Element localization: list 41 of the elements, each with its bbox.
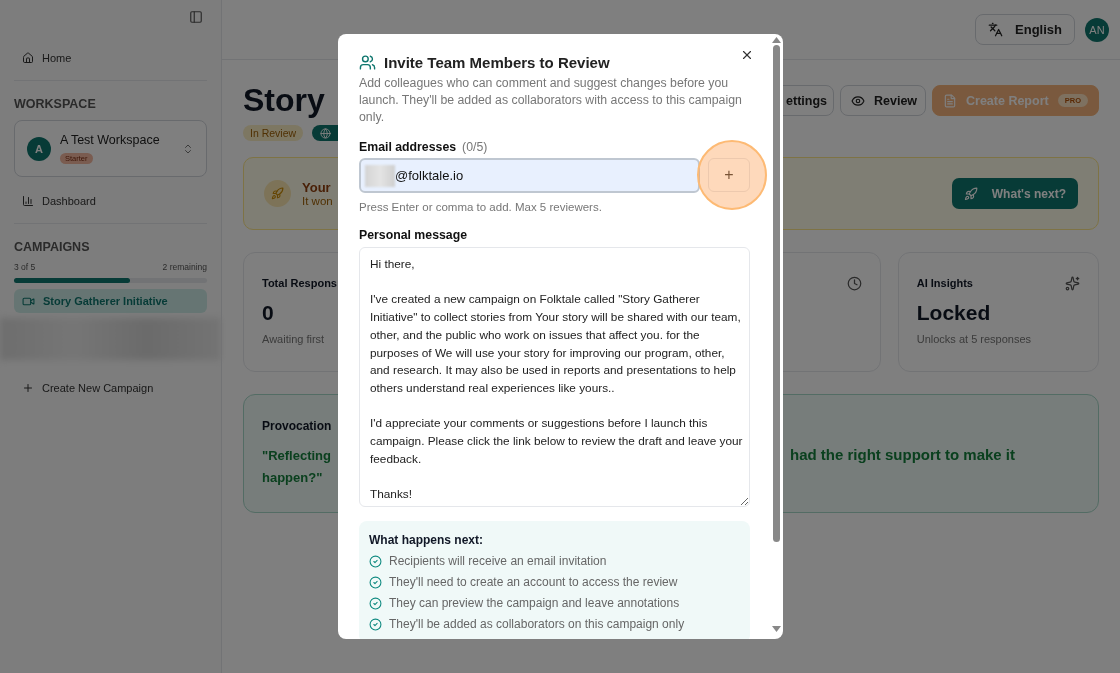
usage-remaining: 2 remaining bbox=[162, 262, 207, 272]
field-label: Email addresses (0/5) bbox=[359, 140, 489, 154]
home-link[interactable]: Home bbox=[14, 46, 207, 70]
review-button[interactable]: Review bbox=[840, 85, 926, 116]
card-title: Provocation bbox=[262, 419, 332, 433]
info-item: They'll need to create an account to access the review bbox=[369, 575, 740, 589]
section-heading: WORKSPACE bbox=[14, 97, 97, 111]
usage-count: 3 of 5 bbox=[14, 262, 36, 272]
create-campaign-link[interactable]: Create New Campaign bbox=[14, 376, 207, 400]
banner-title: Your bbox=[302, 180, 332, 195]
info-item: They can preview the campaign and leave annotations bbox=[369, 596, 740, 610]
stat-note: Unlocks at 5 responses bbox=[916, 333, 1032, 345]
message-field[interactable]: Hi there, I've created a new campaign on Folktale called "Story Gatherer Initiative" to collect stories from Your story will be shared with our team, other, and the public who work on issues that affect you. for the purposes of We will use your story for improving our program, other, and research. It may also be used in reports and presentations to help others understand real experiences like yours.. I'd appreciate your comments or suggestions before I launch this campaign. Please click the link below to review the draft and leave your feedback. Thanks! bbox=[359, 247, 750, 507]
info-item: They'll be added as collaborators on this campaign only bbox=[369, 617, 740, 631]
dialog-title: Invite Team Members to Review bbox=[359, 54, 750, 71]
quote-text: had the right support to make it bbox=[790, 446, 1015, 463]
info-item: Recipients will receive an email invitation bbox=[369, 554, 740, 568]
stat-title: Total Respons bbox=[262, 277, 337, 289]
email-count: (0/5) bbox=[462, 140, 488, 154]
language-button[interactable]: English bbox=[975, 14, 1075, 45]
whats-next-button[interactable]: What's next? bbox=[951, 178, 1078, 209]
campaign-item[interactable]: Story Gatherer Initiative bbox=[14, 289, 207, 313]
workspace-name: A Test Workspace bbox=[60, 132, 161, 147]
stat-note: Awaiting first bbox=[262, 333, 325, 345]
banner-text: It won bbox=[302, 195, 333, 207]
dashboard-link[interactable]: Dashboard bbox=[14, 189, 207, 213]
stat-title: AI Insights bbox=[916, 277, 973, 289]
add-button[interactable]: + bbox=[708, 158, 750, 192]
quote-text: happen?" bbox=[262, 470, 323, 485]
user-avatar[interactable]: AN bbox=[1085, 17, 1109, 42]
field-label: Personal message bbox=[359, 228, 468, 242]
stat-value: Locked bbox=[916, 301, 991, 325]
quote-text: "Reflecting bbox=[262, 448, 331, 463]
section-heading: CAMPAIGNS bbox=[14, 240, 91, 254]
workspace-avatar: A bbox=[27, 136, 51, 161]
field-hint: Press Enter or comma to add. Max 5 reviewers. bbox=[359, 201, 603, 213]
stat-value: 0 bbox=[262, 301, 274, 325]
status-badge: In Review bbox=[243, 125, 304, 141]
info-title: What happens next: bbox=[369, 533, 484, 547]
email-field[interactable]: @folktale.io bbox=[359, 158, 700, 193]
page-title: Story bbox=[243, 82, 325, 119]
